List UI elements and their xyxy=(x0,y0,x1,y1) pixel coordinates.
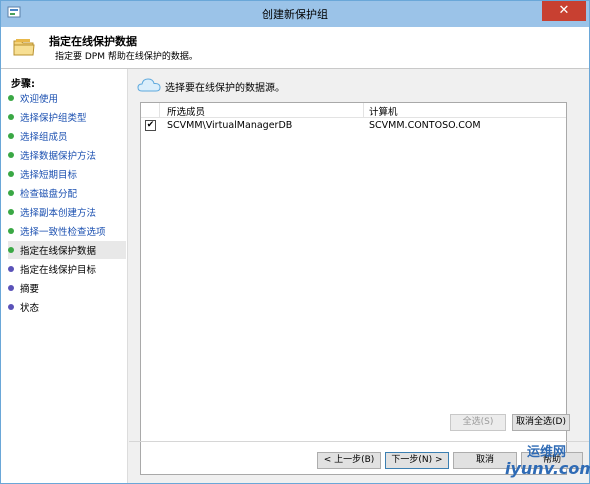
step-label: 欢迎使用 xyxy=(20,94,59,105)
window-title: 创建新保护组 xyxy=(262,8,328,21)
next-button[interactable]: 下一步(N) > xyxy=(385,452,449,469)
step-online-data[interactable]: 指定在线保护数据 xyxy=(8,241,126,259)
step-label: 选择保护组类型 xyxy=(20,113,87,124)
step-label: 摘要 xyxy=(20,284,40,295)
watermark-bottom: iyunv.com xyxy=(505,459,590,478)
content-panel: 选择要在线保护的数据源。 所选成员 计算机 ✔ SCVMM\VirtualMan… xyxy=(129,69,589,475)
folder-icon xyxy=(13,39,35,56)
title-bar[interactable]: 创建新保护组 ✕ xyxy=(1,1,589,27)
step-replica-creation[interactable]: 选择副本创建方法 xyxy=(8,203,126,221)
row-checkbox[interactable]: ✔ xyxy=(145,120,156,131)
steps-panel: 步骤: 欢迎使用 选择保护组类型 选择组成员 选择数据保护方法 选择短期目标 检… xyxy=(1,69,128,483)
step-status: 状态 xyxy=(8,298,126,316)
step-label: 选择组成员 xyxy=(20,132,68,143)
watermark-top: 运维网 xyxy=(527,445,567,460)
step-consistency-check[interactable]: 选择一致性检查选项 xyxy=(8,222,126,240)
step-welcome[interactable]: 欢迎使用 xyxy=(8,89,126,107)
step-done-icon xyxy=(8,171,14,177)
step-done-icon xyxy=(8,133,14,139)
watermark: 运维网 iyunv.com xyxy=(479,439,590,483)
column-header-member[interactable]: 所选成员 xyxy=(167,104,205,118)
step-label: 选择副本创建方法 xyxy=(20,208,97,219)
steps-heading: 步骤: xyxy=(11,79,35,90)
step-online-goals: 指定在线保护目标 xyxy=(8,260,126,278)
step-short-term-goals[interactable]: 选择短期目标 xyxy=(8,165,126,183)
step-label: 指定在线保护数据 xyxy=(20,246,97,257)
step-pending-icon xyxy=(8,304,14,310)
column-separator xyxy=(159,103,160,118)
step-disk-allocation[interactable]: 检查磁盘分配 xyxy=(8,184,126,202)
close-icon: ✕ xyxy=(558,3,570,18)
instruction-text: 选择要在线保护的数据源。 xyxy=(165,83,285,94)
step-protection-method[interactable]: 选择数据保护方法 xyxy=(8,146,126,164)
step-done-icon xyxy=(8,95,14,101)
grid-header: 所选成员 计算机 xyxy=(141,103,566,118)
step-summary: 摘要 xyxy=(8,279,126,297)
step-pending-icon xyxy=(8,285,14,291)
step-done-icon xyxy=(8,228,14,234)
step-label: 选择短期目标 xyxy=(20,170,78,181)
step-done-icon xyxy=(8,152,14,158)
close-button[interactable]: ✕ xyxy=(542,1,586,21)
step-done-icon xyxy=(8,190,14,196)
column-separator[interactable] xyxy=(363,103,364,118)
step-label: 选择一致性检查选项 xyxy=(20,227,106,238)
cell-member: SCVMM\VirtualManagerDB xyxy=(167,120,293,131)
step-label: 状态 xyxy=(20,303,40,314)
step-group-type[interactable]: 选择保护组类型 xyxy=(8,108,126,126)
step-label: 选择数据保护方法 xyxy=(20,151,97,162)
step-label: 检查磁盘分配 xyxy=(20,189,78,200)
deselect-all-button[interactable]: 取消全选(D) xyxy=(512,414,570,431)
dialog-window: 创建新保护组 ✕ 指定在线保护数据 指定要 DPM 帮助在线保护的数据。 步骤:… xyxy=(0,0,590,484)
page-title: 指定在线保护数据 xyxy=(49,35,137,48)
step-done-icon xyxy=(8,209,14,215)
column-header-computer[interactable]: 计算机 xyxy=(369,104,398,118)
table-row[interactable]: ✔ SCVMM\VirtualManagerDB SCVMM.CONTOSO.C… xyxy=(141,118,566,134)
step-done-icon xyxy=(8,114,14,120)
page-subtitle: 指定要 DPM 帮助在线保护的数据。 xyxy=(55,52,198,62)
step-group-members[interactable]: 选择组成员 xyxy=(8,127,126,145)
step-current-icon xyxy=(8,247,14,253)
cloud-icon xyxy=(137,78,161,92)
step-label: 指定在线保护目标 xyxy=(20,265,97,276)
step-pending-icon xyxy=(8,266,14,272)
checkmark-icon: ✔ xyxy=(146,120,155,130)
select-all-button[interactable]: 全选(S) xyxy=(450,414,506,431)
back-button[interactable]: < 上一步(B) xyxy=(317,452,381,469)
cell-computer: SCVMM.CONTOSO.COM xyxy=(369,120,481,131)
wizard-header: 指定在线保护数据 指定要 DPM 帮助在线保护的数据。 xyxy=(1,27,589,69)
